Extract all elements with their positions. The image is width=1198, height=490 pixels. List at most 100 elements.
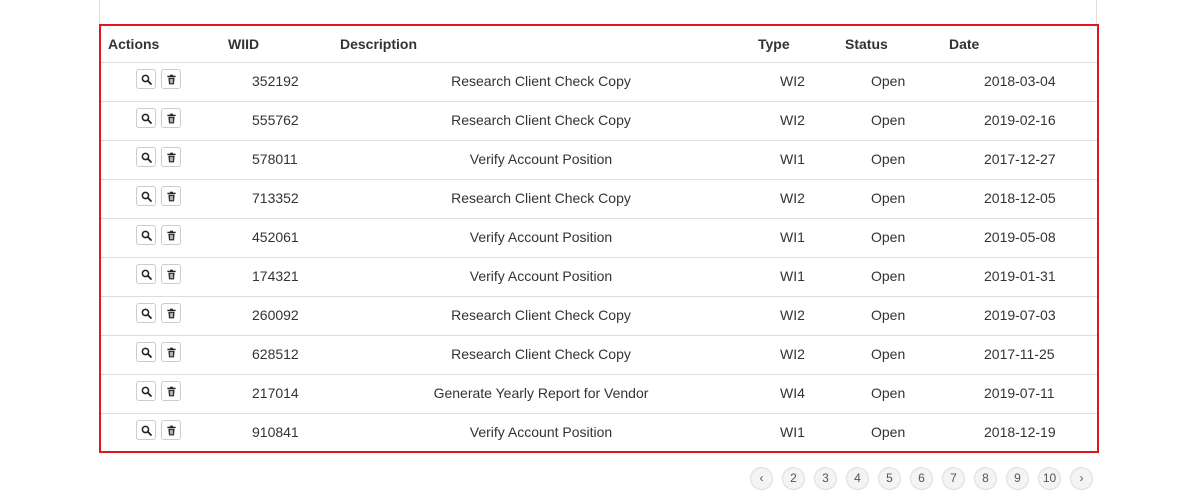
cell-description: Generate Yearly Report for Vendor (433, 385, 649, 401)
search-icon (141, 152, 152, 163)
trash-icon (166, 269, 177, 280)
table-row: 628512 Research Client Check Copy WI2 Open 2… (101, 336, 1097, 375)
page-button[interactable]: 3 (814, 467, 837, 490)
search-icon (141, 347, 152, 358)
delete-button[interactable] (161, 108, 181, 128)
page-button[interactable]: 5 (878, 467, 901, 490)
cell-date: 2018-03-04 (984, 73, 1056, 89)
panel-edge (99, 0, 1097, 24)
delete-button[interactable] (161, 264, 181, 284)
trash-icon (166, 152, 177, 163)
view-button[interactable] (136, 303, 156, 323)
cell-type: WI1 (780, 424, 805, 440)
header-status[interactable]: Status (845, 26, 888, 63)
cell-date: 2019-07-03 (984, 307, 1056, 323)
view-button[interactable] (136, 225, 156, 245)
page-next-button[interactable]: › (1070, 467, 1093, 490)
row-actions (136, 225, 181, 245)
delete-button[interactable] (161, 225, 181, 245)
table-body: 352192 Research Client Check Copy WI2 Open 2… (101, 63, 1097, 453)
delete-button[interactable] (161, 303, 181, 323)
cell-wiid: 174321 (252, 268, 299, 284)
cell-status: Open (871, 229, 906, 245)
cell-status: Open (871, 268, 906, 284)
table-row: 260092 Research Client Check Copy WI2 Open 2… (101, 297, 1097, 336)
search-icon (141, 386, 152, 397)
cell-description: Verify Account Position (469, 229, 613, 245)
delete-button[interactable] (161, 342, 181, 362)
cell-description: Research Client Check Copy (451, 190, 631, 206)
trash-icon (166, 230, 177, 241)
view-button[interactable] (136, 69, 156, 89)
search-icon (141, 191, 152, 202)
table-row: 217014 Generate Yearly Report for Vendor W… (101, 375, 1097, 414)
cell-type: WI2 (780, 307, 805, 323)
header-type[interactable]: Type (758, 26, 790, 63)
cell-wiid: 628512 (252, 346, 299, 362)
cell-status: Open (871, 307, 906, 323)
view-button[interactable] (136, 381, 156, 401)
view-button[interactable] (136, 186, 156, 206)
view-button[interactable] (136, 108, 156, 128)
cell-wiid: 352192 (252, 73, 299, 89)
cell-status: Open (871, 190, 906, 206)
view-button[interactable] (136, 420, 156, 440)
header-date[interactable]: Date (949, 26, 979, 63)
page-prev-button[interactable]: ‹ (750, 467, 773, 490)
cell-wiid: 452061 (252, 229, 299, 245)
cell-date: 2017-12-27 (984, 151, 1056, 167)
cell-wiid: 578011 (252, 151, 298, 167)
cell-description: Research Client Check Copy (451, 307, 631, 323)
cell-status: Open (871, 151, 906, 167)
trash-icon (166, 191, 177, 202)
table-row: 555762 Research Client Check Copy WI2 Open 2… (101, 102, 1097, 141)
delete-button[interactable] (161, 147, 181, 167)
cell-type: WI2 (780, 346, 805, 362)
cell-type: WI2 (780, 190, 805, 206)
header-wiid[interactable]: WIID (228, 26, 259, 63)
work-items-table: Actions WIID Description Type Status Dat… (99, 24, 1099, 453)
pagination: ‹ 2 3 4 5 6 7 8 9 10 › (750, 467, 1093, 490)
cell-status: Open (871, 385, 906, 401)
cell-description: Research Client Check Copy (451, 73, 631, 89)
table-row: 713352 Research Client Check Copy WI2 Open 2… (101, 180, 1097, 219)
cell-wiid: 713352 (252, 190, 299, 206)
search-icon (141, 74, 152, 85)
cell-type: WI1 (780, 229, 805, 245)
page-button[interactable]: 9 (1006, 467, 1029, 490)
table-row: 174321 Verify Account Position WI1 Open 2019… (101, 258, 1097, 297)
search-icon (141, 113, 152, 124)
view-button[interactable] (136, 264, 156, 284)
table-row: 578011 Verify Account Position WI1 Open 2017… (101, 141, 1097, 180)
page-button[interactable]: 8 (974, 467, 997, 490)
trash-icon (166, 386, 177, 397)
cell-type: WI1 (780, 151, 805, 167)
view-button[interactable] (136, 342, 156, 362)
row-actions (136, 381, 181, 401)
cell-wiid: 260092 (252, 307, 299, 323)
delete-button[interactable] (161, 69, 181, 89)
trash-icon (166, 74, 177, 85)
cell-wiid: 217014 (252, 385, 299, 401)
delete-button[interactable] (161, 381, 181, 401)
search-icon (141, 269, 152, 280)
page-button[interactable]: 4 (846, 467, 869, 490)
view-button[interactable] (136, 147, 156, 167)
row-actions (136, 303, 181, 323)
page-button[interactable]: 6 (910, 467, 933, 490)
header-description[interactable]: Description (340, 26, 417, 63)
page-button[interactable]: 7 (942, 467, 965, 490)
search-icon (141, 308, 152, 319)
row-actions (136, 108, 181, 128)
cell-type: WI2 (780, 73, 805, 89)
cell-date: 2019-07-11 (984, 385, 1055, 401)
delete-button[interactable] (161, 186, 181, 206)
cell-description: Verify Account Position (469, 268, 613, 284)
delete-button[interactable] (161, 420, 181, 440)
table-row: 352192 Research Client Check Copy WI2 Open 2… (101, 63, 1097, 102)
page-button[interactable]: 10 (1038, 467, 1061, 490)
table-header-row: Actions WIID Description Type Status Dat… (101, 26, 1097, 63)
cell-status: Open (871, 346, 906, 362)
cell-description: Verify Account Position (469, 424, 613, 440)
page-button[interactable]: 2 (782, 467, 805, 490)
